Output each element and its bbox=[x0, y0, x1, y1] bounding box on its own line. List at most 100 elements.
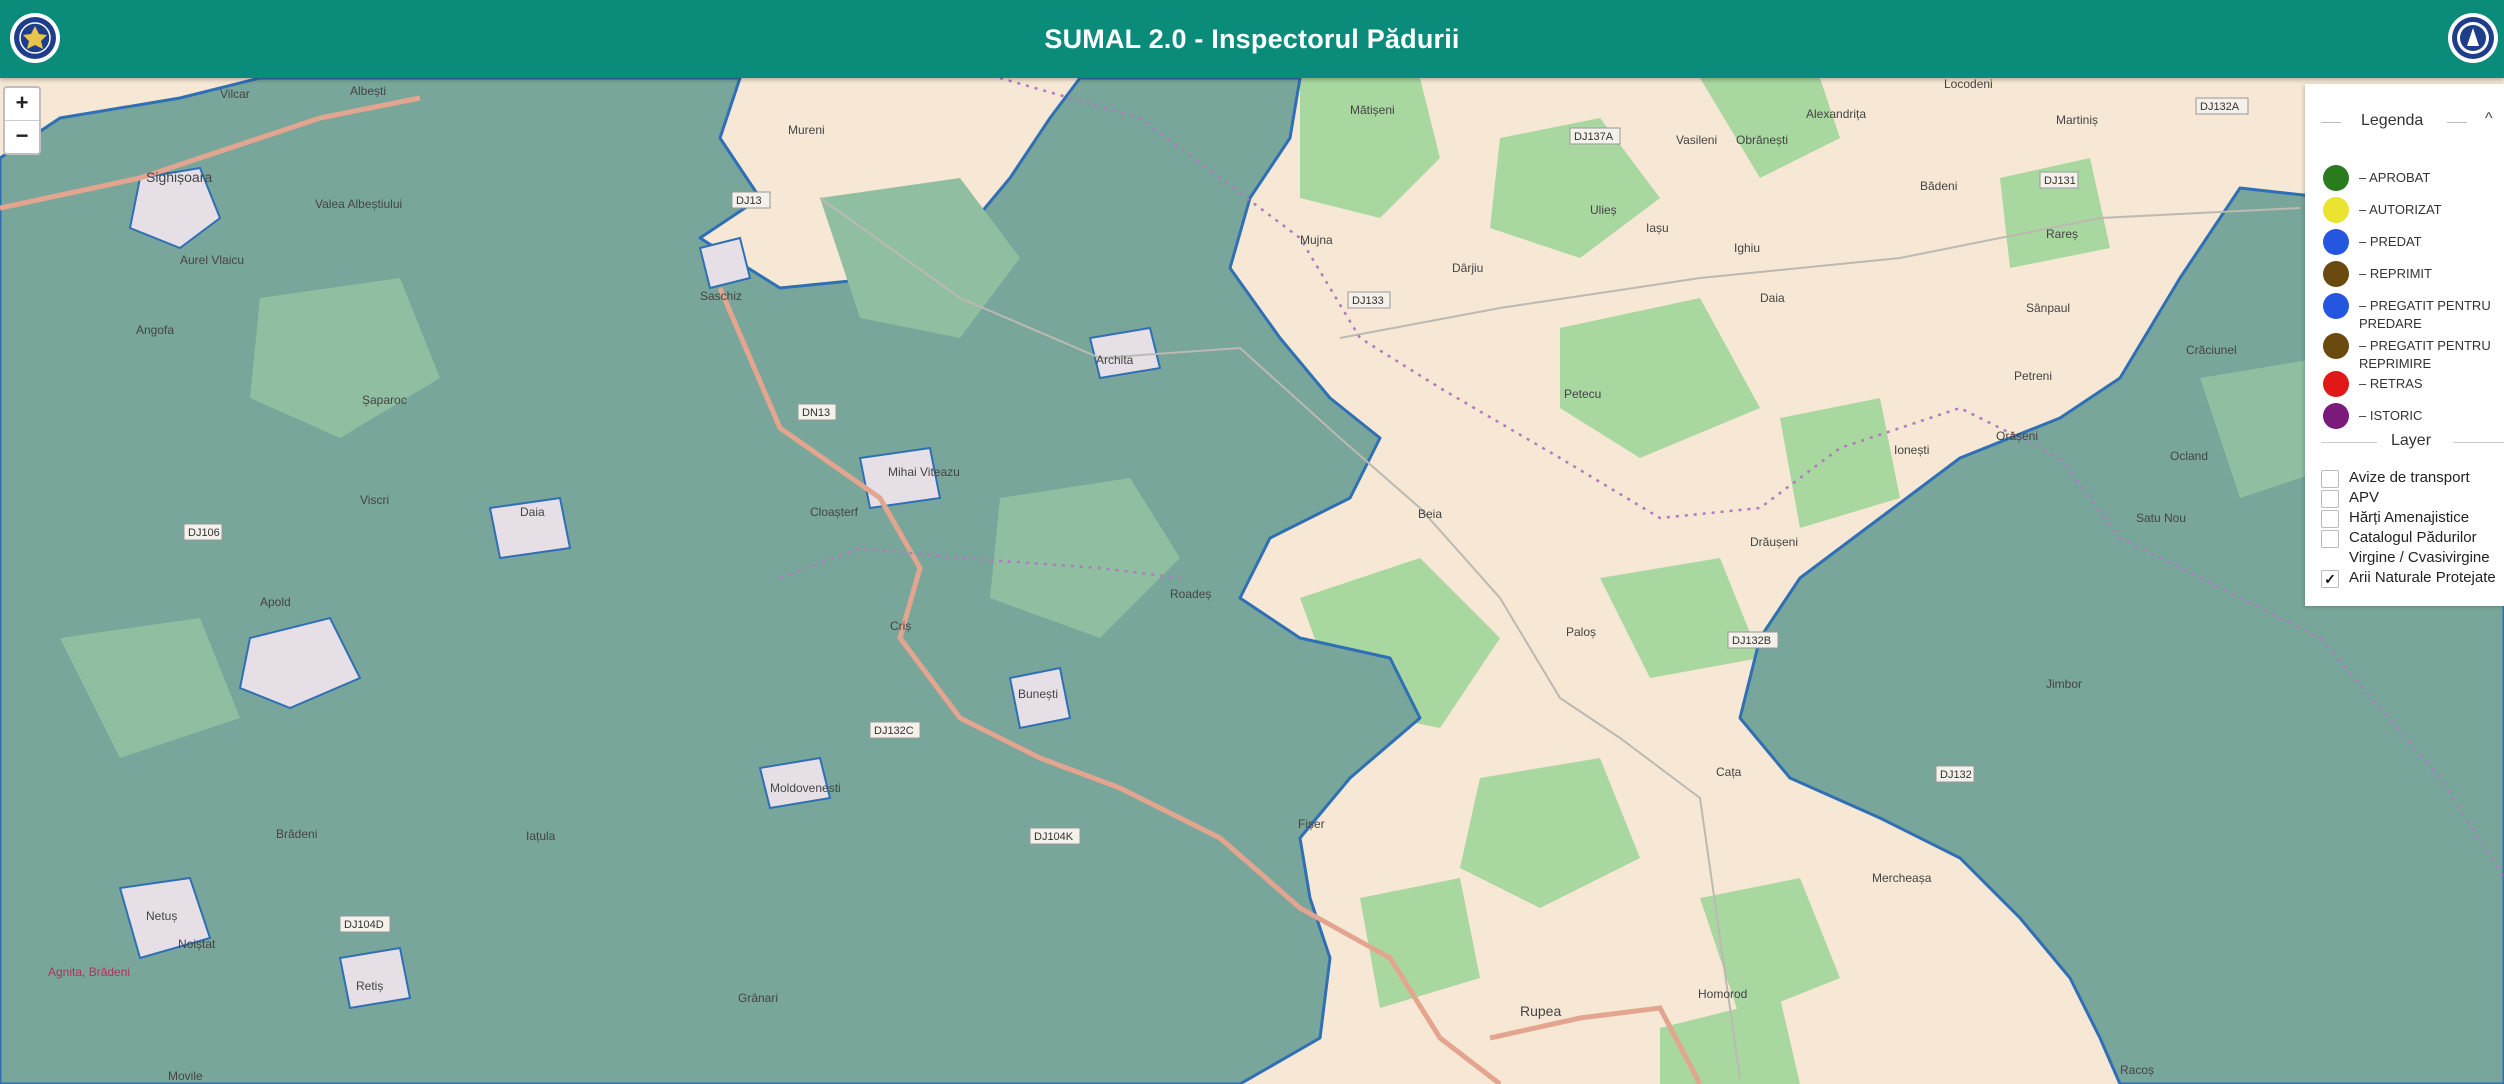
svg-text:DJ13: DJ13 bbox=[736, 195, 762, 207]
place-label: Valea Albeștiului bbox=[315, 197, 402, 211]
place-label: Aurel Vlaicu bbox=[180, 253, 244, 267]
place-label: Agnita, Brădeni bbox=[48, 965, 130, 979]
collapse-legend-icon[interactable]: ^ bbox=[2485, 110, 2493, 128]
place-label: Beia bbox=[1418, 507, 1442, 521]
layer-toggle-apv[interactable]: APV bbox=[2321, 488, 2504, 508]
map-view[interactable]: Albești Vilcar Sighișoara Valea Albeștiu… bbox=[0, 78, 2504, 1084]
road-shield: DJ104D bbox=[339, 915, 391, 933]
place-label: Angofa bbox=[136, 323, 174, 337]
svg-text:DJ132: DJ132 bbox=[1940, 769, 1972, 781]
place-label: Mercheașa bbox=[1872, 871, 1932, 885]
place-label: Ionești bbox=[1894, 443, 1929, 457]
place-label: Cloașterf bbox=[810, 505, 859, 519]
place-label: Daia bbox=[520, 505, 545, 519]
status-color-dot bbox=[2323, 371, 2349, 397]
status-label: – AUTORIZAT bbox=[2359, 202, 2442, 217]
svg-text:DN13: DN13 bbox=[802, 407, 830, 419]
place-label: Crăciunel bbox=[2186, 343, 2237, 357]
map-canvas[interactable]: Albești Vilcar Sighișoara Valea Albeștiu… bbox=[0, 78, 2504, 1084]
inspectorate-logo-icon[interactable] bbox=[2448, 13, 2498, 63]
layer-label: Arii Naturale Protejate bbox=[2349, 569, 2496, 586]
layer-label: APV bbox=[2349, 489, 2380, 506]
legend-status-item: – PREGATIT PENTRU REPRIMIRE bbox=[2323, 333, 2504, 373]
place-label: Mihai Viteazu bbox=[888, 465, 960, 479]
app-window: SUMAL 2.0 - Inspectorul Pădurii Albești … bbox=[0, 0, 2504, 1084]
place-label: Sânpaul bbox=[2026, 301, 2070, 315]
svg-text:DJ132A: DJ132A bbox=[2200, 101, 2240, 113]
place-label: Bunești bbox=[1018, 687, 1058, 701]
place-label: Grânari bbox=[738, 991, 778, 1005]
layer-label: Hărți Amenajistice bbox=[2349, 509, 2470, 526]
place-label: Ulieș bbox=[1590, 203, 1617, 217]
place-label: Bădeni bbox=[1920, 179, 1957, 193]
place-label: Criș bbox=[890, 619, 911, 633]
status-label: – ISTORIC bbox=[2359, 408, 2423, 423]
place-label: Drăușeni bbox=[1750, 535, 1798, 549]
layer-toggle-catalog[interactable]: Catalogul Pădurilor Virgine / Cvasivirgi… bbox=[2321, 528, 2504, 568]
svg-text:DJ104K: DJ104K bbox=[1034, 831, 1074, 843]
place-label: Martiniș bbox=[2056, 113, 2098, 127]
status-color-dot bbox=[2323, 229, 2349, 255]
layer-label: Avize de transport bbox=[2349, 469, 2470, 486]
road-shield: DN13 bbox=[797, 403, 837, 421]
zoom-control: + − bbox=[3, 86, 41, 155]
place-label: Orășeni bbox=[1996, 429, 2038, 443]
road-shield: DJ106 bbox=[183, 523, 223, 541]
divider bbox=[2447, 122, 2467, 123]
legend-status-item: – AUTORIZAT bbox=[2323, 197, 2504, 223]
status-label: – REPRIMIT bbox=[2359, 266, 2432, 281]
road-shield: DJ132 bbox=[1935, 765, 1975, 783]
place-label: Archita bbox=[1096, 353, 1134, 367]
layer-checkbox[interactable] bbox=[2321, 470, 2339, 488]
legend-status-item: – RETRAS bbox=[2323, 371, 2504, 397]
place-label: Sighișoara bbox=[146, 169, 212, 185]
place-label: Alexandrița bbox=[1806, 107, 1866, 121]
status-label: – PREGATIT PENTRU REPRIMIRE bbox=[2359, 338, 2491, 371]
romanian-government-logo-icon[interactable] bbox=[10, 13, 60, 63]
status-color-dot bbox=[2323, 403, 2349, 429]
place-label: Fișer bbox=[1298, 817, 1325, 831]
layer-toggle-avize[interactable]: Avize de transport bbox=[2321, 468, 2504, 488]
layer-checkbox[interactable] bbox=[2321, 530, 2339, 548]
layer-checkbox[interactable] bbox=[2321, 490, 2339, 508]
svg-text:DJ106: DJ106 bbox=[188, 527, 220, 539]
svg-text:DJ131: DJ131 bbox=[2044, 175, 2076, 187]
divider bbox=[2321, 122, 2341, 123]
road-shield: DJ104K bbox=[1029, 827, 1081, 845]
svg-text:DJ132C: DJ132C bbox=[874, 725, 914, 737]
svg-text:DJ133: DJ133 bbox=[1352, 295, 1384, 307]
legend-status-item: – PREGATIT PENTRU PREDARE bbox=[2323, 293, 2504, 333]
svg-text:DJ132B: DJ132B bbox=[1732, 635, 1771, 647]
layer-toggle-harti[interactable]: Hărți Amenajistice bbox=[2321, 508, 2504, 528]
legend-title: Legenda bbox=[2361, 112, 2424, 129]
place-label: Movile bbox=[168, 1069, 203, 1083]
status-color-dot bbox=[2323, 333, 2349, 359]
place-label: Obrănești bbox=[1736, 133, 1788, 147]
place-label: Apold bbox=[260, 595, 291, 609]
status-color-dot bbox=[2323, 165, 2349, 191]
status-label: – PREDAT bbox=[2359, 234, 2422, 249]
place-label: Albești bbox=[350, 84, 386, 98]
zoom-out-button[interactable]: − bbox=[5, 120, 39, 153]
place-label: Noiștat bbox=[178, 937, 216, 951]
legend-status-item: – PREDAT bbox=[2323, 229, 2504, 255]
place-label: Homorod bbox=[1698, 987, 1747, 1001]
road-shield: DJ132A bbox=[2195, 97, 2249, 115]
app-title: SUMAL 2.0 - Inspectorul Pădurii bbox=[1044, 23, 1460, 54]
place-label: Mureni bbox=[788, 123, 825, 137]
place-label: Brădeni bbox=[276, 827, 317, 841]
layer-toggle-arii[interactable]: ✓ Arii Naturale Protejate bbox=[2321, 568, 2504, 588]
layer-checkbox[interactable] bbox=[2321, 510, 2339, 528]
road-shield: DJ137A bbox=[1569, 127, 1621, 145]
road-shield: DJ133 bbox=[1347, 291, 1391, 309]
place-label: Racoș bbox=[2120, 1063, 2154, 1077]
status-label: – APROBAT bbox=[2359, 170, 2431, 185]
zoom-in-button[interactable]: + bbox=[5, 88, 39, 120]
road-shield: DJ132C bbox=[869, 721, 921, 739]
place-label: Jimbor bbox=[2046, 677, 2082, 691]
layer-checkbox-checked[interactable]: ✓ bbox=[2321, 570, 2339, 588]
place-label: Ocland bbox=[2170, 449, 2208, 463]
legend-header: Legenda ^ bbox=[2305, 108, 2504, 138]
status-label: – PREGATIT PENTRU PREDARE bbox=[2359, 298, 2491, 331]
place-label: Mătișeni bbox=[1350, 103, 1395, 117]
